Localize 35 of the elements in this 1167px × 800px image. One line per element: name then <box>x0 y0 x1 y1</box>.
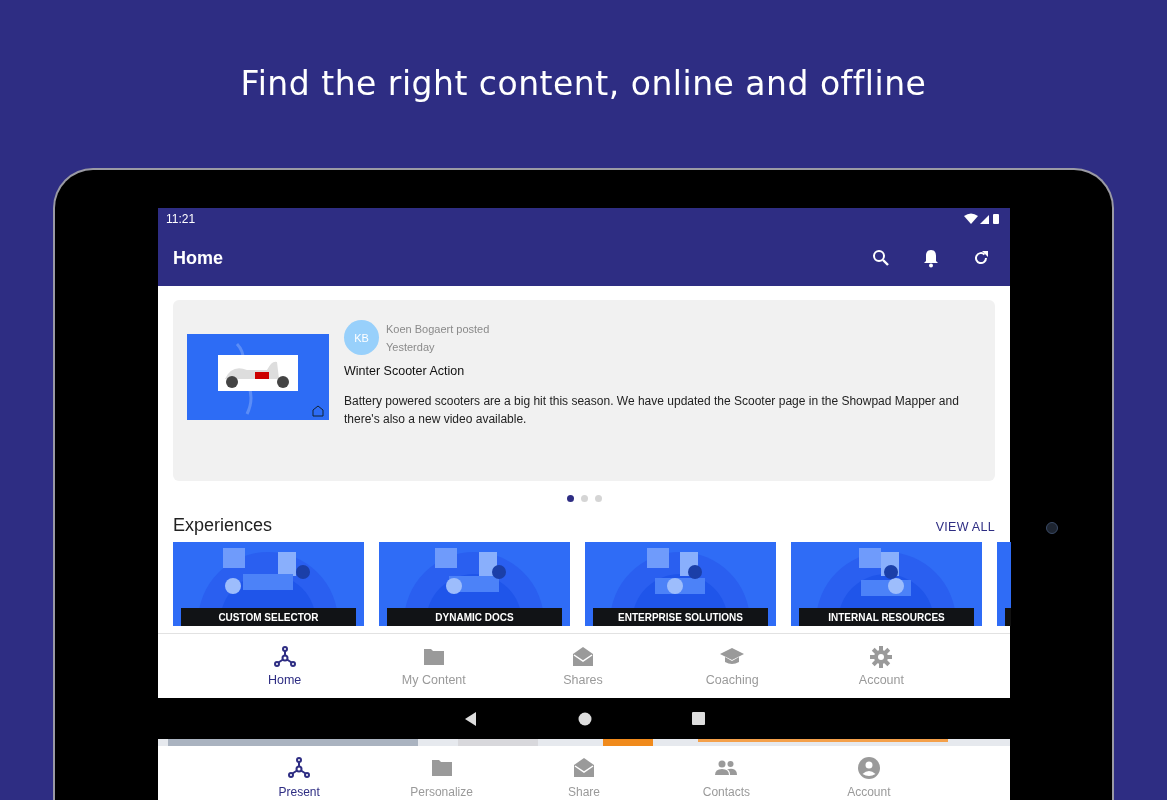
carousel-dot[interactable] <box>580 495 588 502</box>
network-icon <box>272 645 297 669</box>
post-title: Winter Scooter Action <box>344 364 466 378</box>
post-card[interactable] <box>173 300 995 481</box>
home-icon[interactable] <box>577 711 592 726</box>
tile-title: INTERNAL RESOURCES <box>799 608 974 626</box>
tile-title: DYNAMIC DOCS <box>387 608 562 626</box>
post-time: Yesterday <box>386 340 436 353</box>
carousel-dot[interactable] <box>566 495 574 502</box>
avatar: KB <box>344 320 379 355</box>
tile-title: ENTERPRISE SOLUTIONS <box>593 608 768 626</box>
view-all-link[interactable]: VIEW ALL <box>935 520 995 534</box>
experience-tile[interactable]: DYNAMIC DOCS <box>379 542 570 626</box>
network-icon <box>287 756 312 780</box>
user-icon <box>856 756 881 780</box>
app-bar-title: Home <box>173 247 223 269</box>
bell-icon[interactable] <box>922 248 940 268</box>
camera-icon <box>1046 522 1058 534</box>
recents-icon[interactable] <box>691 712 705 725</box>
headline: Find the right content, online and offline <box>240 63 927 105</box>
post-body: Battery powered scooters are a big hit this season. We have updated the Scooter page in the Showpad Mapper and there's also a new video available. <box>344 393 960 428</box>
envelope-icon <box>572 756 596 780</box>
experience-tile[interactable]: INTERNAL RESOURCES <box>791 542 982 626</box>
carousel-dot[interactable] <box>594 495 602 502</box>
settings-icon <box>869 645 894 669</box>
tile-title: CUSTOM SELECTOR <box>181 608 356 626</box>
refresh-icon[interactable] <box>972 249 990 267</box>
status-time: 11:21 <box>166 212 196 226</box>
experience-tile[interactable]: ENTERPRISE SOLUTIONS <box>585 542 776 626</box>
experience-tile[interactable]: CUSTOM SELECTOR <box>173 542 364 626</box>
search-icon[interactable] <box>872 249 890 267</box>
post-author: Koen Bogaert posted <box>386 322 490 335</box>
back-icon[interactable] <box>463 711 478 726</box>
envelope-icon <box>571 645 595 669</box>
section-title: Experiences <box>173 515 273 536</box>
